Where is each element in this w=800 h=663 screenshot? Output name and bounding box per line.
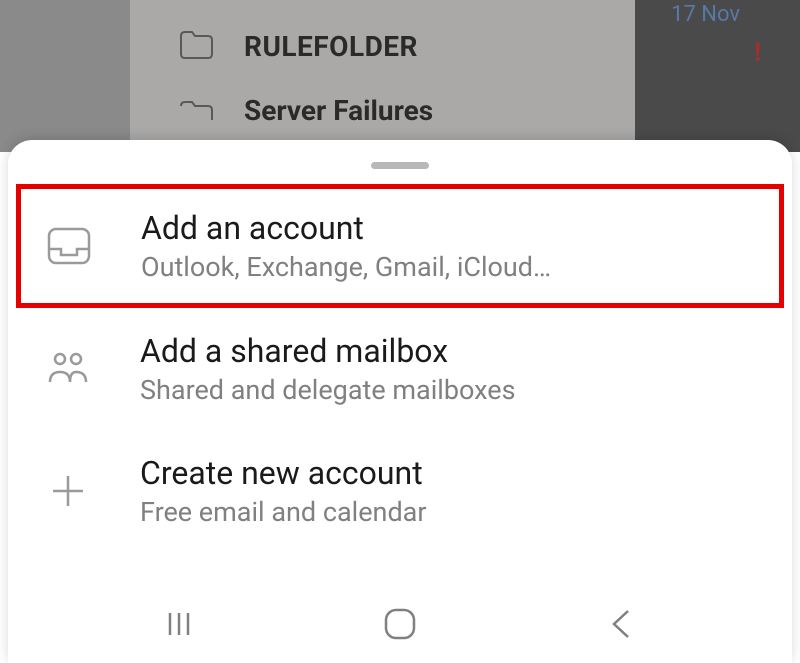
sheet-item-title: Add a shared mailbox — [140, 332, 516, 370]
bg-folder-panel: RULEFOLDER Server Failures — [130, 0, 635, 152]
add-account-item[interactable]: Add an account Outlook, Exchange, Gmail,… — [16, 184, 784, 308]
nav-home-button[interactable] — [376, 600, 424, 648]
folder-icon — [178, 98, 214, 124]
folder-label: RULEFOLDER — [244, 30, 418, 63]
sheet-item-text: Create new account Free email and calend… — [140, 454, 427, 528]
inbox-icon — [45, 222, 93, 270]
add-shared-mailbox-item[interactable]: Add a shared mailbox Shared and delegate… — [8, 308, 792, 430]
plus-icon — [44, 467, 92, 515]
sheet-item-text: Add an account Outlook, Exchange, Gmail,… — [141, 209, 551, 283]
priority-icon: ! — [754, 38, 761, 68]
dimmed-background: 17 Nov ! RULEFOLDER Server Failures — [0, 0, 800, 152]
folder-label: Server Failures — [244, 94, 433, 127]
nav-recents-button[interactable] — [155, 600, 203, 648]
sheet-content: Add an account Outlook, Exchange, Gmail,… — [8, 169, 792, 552]
bg-right-panel: 17 Nov ! — [635, 0, 800, 152]
nav-bar — [8, 585, 792, 663]
people-icon — [44, 345, 92, 393]
bg-date-label: 17 Nov — [671, 2, 740, 27]
sheet-item-subtitle: Free email and calendar — [140, 496, 427, 528]
bottom-sheet: Add an account Outlook, Exchange, Gmail,… — [8, 140, 792, 663]
sheet-item-title: Add an account — [141, 209, 551, 247]
bg-folder-item: RULEFOLDER — [130, 0, 635, 92]
sheet-item-title: Create new account — [140, 454, 427, 492]
create-new-account-item[interactable]: Create new account Free email and calend… — [8, 430, 792, 552]
sheet-item-subtitle: Shared and delegate mailboxes — [140, 374, 516, 406]
bg-folder-item: Server Failures — [130, 94, 635, 127]
sheet-item-subtitle: Outlook, Exchange, Gmail, iCloud… — [141, 251, 551, 283]
drag-handle[interactable] — [371, 162, 429, 169]
sheet-item-text: Add a shared mailbox Shared and delegate… — [140, 332, 516, 406]
nav-back-button[interactable] — [597, 600, 645, 648]
folder-icon — [178, 28, 214, 64]
